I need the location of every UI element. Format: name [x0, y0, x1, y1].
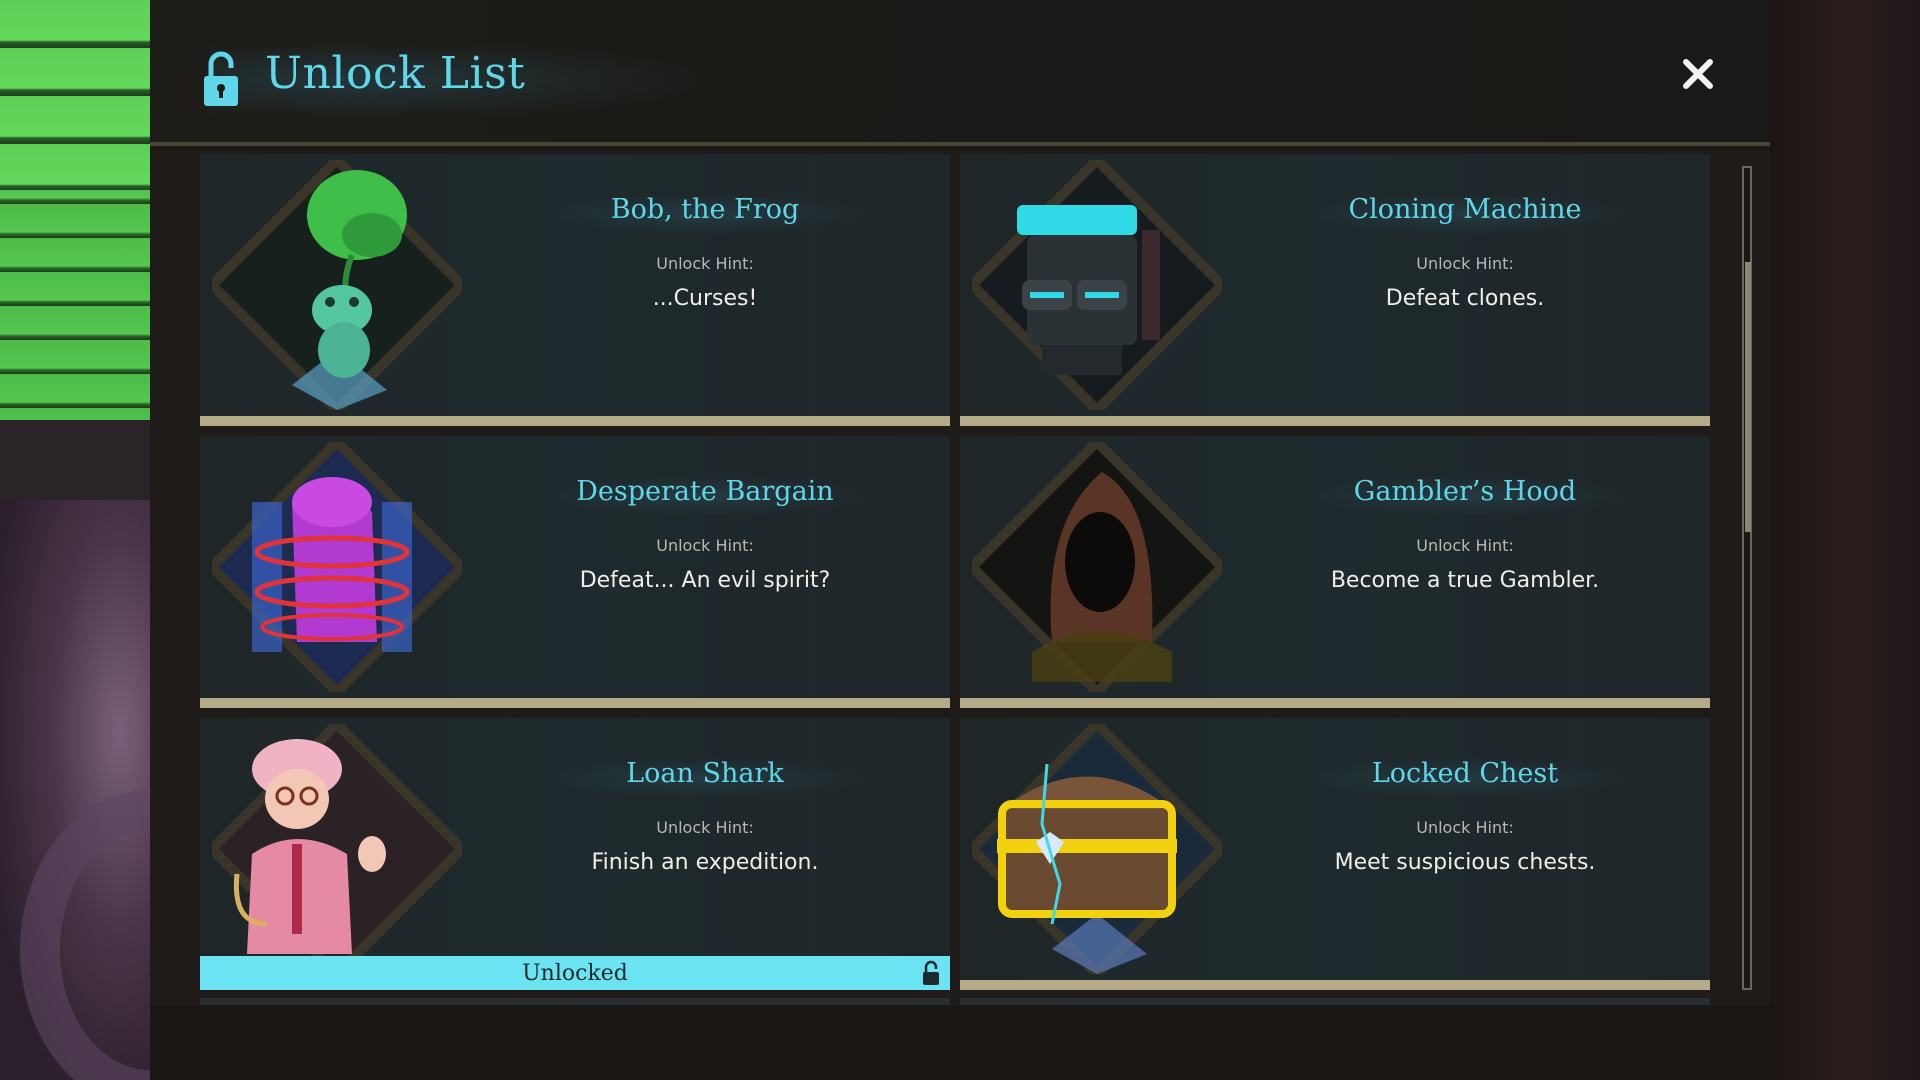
unlock-card[interactable]: Desperate Bargain Unlock Hint: Defeat...…	[200, 436, 950, 708]
scrollbar-thumb[interactable]	[1745, 262, 1751, 532]
hint-label: Unlock Hint:	[1416, 536, 1514, 555]
hint-label: Unlock Hint:	[656, 818, 754, 837]
unlock-card[interactable]: Bob, the Frog Unlock Hint: ...Curses!	[200, 154, 950, 426]
locked-bar	[960, 416, 1710, 426]
hint-label: Unlock Hint:	[656, 254, 754, 273]
close-icon[interactable]	[1680, 56, 1716, 92]
locked-bar	[960, 698, 1710, 708]
background-right	[1770, 0, 1920, 1080]
unlocked-bar: Unlocked	[200, 956, 950, 990]
hint-text: Meet suspicious chests.	[1334, 850, 1596, 875]
page-title: Unlock List	[265, 48, 526, 99]
unlocked-status: Unlocked	[522, 960, 628, 986]
cloning-machine-portrait-icon	[972, 160, 1222, 410]
unlock-card[interactable]: Cloning Machine Unlock Hint: Defeat clon…	[960, 154, 1710, 426]
window-sill	[0, 420, 150, 500]
hint-label: Unlock Hint:	[656, 536, 754, 555]
card-title: Loan Shark	[626, 758, 784, 789]
hint-label: Unlock Hint:	[1416, 818, 1514, 837]
hint-label: Unlock Hint:	[1416, 254, 1514, 273]
background-left	[0, 0, 150, 1080]
next-card-edge	[960, 998, 1710, 1005]
locked-bar	[200, 416, 950, 426]
hint-text: Defeat... An evil spirit?	[579, 568, 831, 593]
next-card-edge	[200, 998, 950, 1005]
locked-bar	[200, 698, 950, 708]
unlock-card[interactable]: Loan Shark Unlock Hint: Finish an expedi…	[200, 718, 950, 990]
card-title: Locked Chest	[1371, 758, 1559, 789]
hint-text: Defeat clones.	[1385, 286, 1545, 311]
loan-shark-portrait-icon	[212, 724, 462, 974]
frog-portrait-icon	[212, 160, 462, 410]
hint-text: Become a true Gambler.	[1330, 568, 1600, 593]
unlock-card[interactable]: Locked Chest Unlock Hint: Meet suspiciou…	[960, 718, 1710, 990]
window-blinds-top	[0, 0, 150, 190]
card-title: Desperate Bargain	[576, 476, 834, 507]
unlock-card[interactable]: Gambler’s Hood Unlock Hint: Become a tru…	[960, 436, 1710, 708]
hint-text: Finish an expedition.	[591, 850, 819, 875]
card-title: Bob, the Frog	[610, 194, 800, 225]
padlock-open-icon	[923, 960, 939, 985]
chest-portrait-icon	[972, 724, 1222, 974]
hood-portrait-icon	[972, 442, 1222, 692]
unlock-list-panel: Unlock List Bob, the Frog Unlock Hint: .…	[150, 0, 1770, 1080]
unlock-list[interactable]: Bob, the Frog Unlock Hint: ...Curses! Cl…	[150, 150, 1770, 1005]
card-title: Cloning Machine	[1348, 194, 1582, 225]
panel-footer	[150, 1005, 1770, 1080]
locked-bar	[960, 980, 1710, 990]
panel-header: Unlock List	[150, 0, 1770, 146]
padlock-open-icon	[204, 51, 238, 106]
card-title: Gambler’s Hood	[1353, 476, 1577, 507]
hint-text: ...Curses!	[652, 286, 758, 311]
bargain-portrait-icon	[212, 442, 462, 692]
